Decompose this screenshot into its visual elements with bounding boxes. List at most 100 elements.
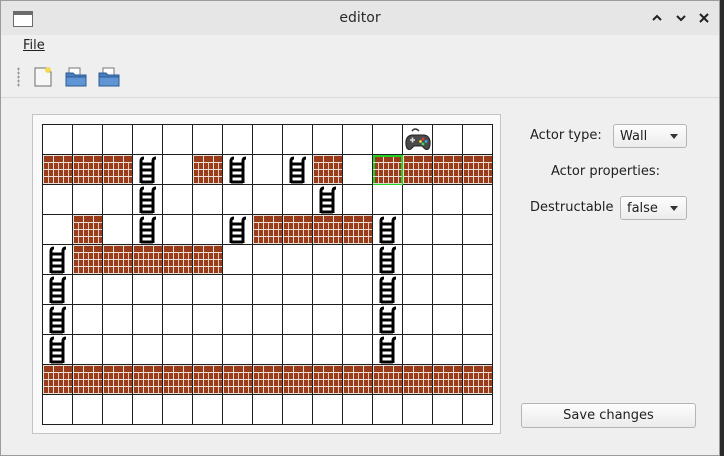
grid-cell-empty[interactable]	[343, 245, 373, 275]
grid-cell-wall[interactable]	[313, 365, 343, 395]
grid-cell-empty[interactable]	[463, 245, 493, 275]
grid-cell-empty[interactable]	[433, 305, 463, 335]
grid-cell-empty[interactable]	[223, 305, 253, 335]
grid-cell-empty[interactable]	[343, 155, 373, 185]
grid-cell-empty[interactable]	[403, 275, 433, 305]
grid-cell-empty[interactable]	[313, 124, 343, 155]
grid-cell-wall[interactable]	[163, 365, 193, 395]
grid-cell-selected[interactable]	[373, 155, 403, 185]
grid-cell-wall[interactable]	[313, 155, 343, 185]
grid-cell-empty[interactable]	[463, 395, 493, 425]
grid-cell-empty[interactable]	[163, 124, 193, 155]
grid-cell-empty[interactable]	[463, 275, 493, 305]
grid-cell-empty[interactable]	[133, 124, 163, 155]
grid-cell-empty[interactable]	[343, 124, 373, 155]
destructable-select[interactable]: false	[620, 196, 687, 220]
grid-cell-wall[interactable]	[103, 245, 133, 275]
grid-cell-empty[interactable]	[193, 215, 223, 245]
grid-cell-empty[interactable]	[403, 305, 433, 335]
grid-cell-empty[interactable]	[103, 275, 133, 305]
grid-cell-empty[interactable]	[223, 124, 253, 155]
grid-cell-empty[interactable]	[253, 395, 283, 425]
grid-cell-empty[interactable]	[433, 215, 463, 245]
grid-cell-empty[interactable]	[283, 185, 313, 215]
grid-cell-empty[interactable]	[253, 155, 283, 185]
grid-cell-wall[interactable]	[313, 215, 343, 245]
grid-cell-empty[interactable]	[283, 245, 313, 275]
open-button[interactable]	[64, 65, 88, 89]
grid-cell-wall[interactable]	[193, 245, 223, 275]
grid-cell-ladder[interactable]	[373, 335, 403, 365]
grid-cell-empty[interactable]	[163, 215, 193, 245]
grid-cell-empty[interactable]	[463, 335, 493, 365]
grid-cell-empty[interactable]	[433, 185, 463, 215]
grid-cell-empty[interactable]	[283, 335, 313, 365]
minimize-button[interactable]	[672, 9, 690, 27]
grid-cell-empty[interactable]	[343, 305, 373, 335]
grid-cell-empty[interactable]	[133, 395, 163, 425]
grid-cell-empty[interactable]	[343, 335, 373, 365]
grid-cell-empty[interactable]	[463, 124, 493, 155]
grid-cell-empty[interactable]	[313, 275, 343, 305]
grid-cell-wall[interactable]	[373, 365, 403, 395]
maximize-button[interactable]	[648, 9, 666, 27]
grid-cell-empty[interactable]	[73, 124, 103, 155]
level-grid[interactable]	[42, 124, 493, 425]
grid-cell-empty[interactable]	[163, 395, 193, 425]
grid-cell-ladder[interactable]	[42, 245, 73, 275]
grid-cell-empty[interactable]	[313, 335, 343, 365]
grid-cell-empty[interactable]	[193, 185, 223, 215]
grid-cell-wall[interactable]	[193, 365, 223, 395]
grid-cell-ladder[interactable]	[42, 275, 73, 305]
grid-cell-empty[interactable]	[193, 335, 223, 365]
grid-cell-empty[interactable]	[343, 275, 373, 305]
grid-cell-empty[interactable]	[433, 245, 463, 275]
grid-cell-wall[interactable]	[283, 365, 313, 395]
grid-cell-wall[interactable]	[403, 155, 433, 185]
grid-cell-empty[interactable]	[163, 305, 193, 335]
grid-cell-empty[interactable]	[103, 395, 133, 425]
grid-cell-empty[interactable]	[103, 185, 133, 215]
grid-cell-ladder[interactable]	[373, 275, 403, 305]
grid-cell-empty[interactable]	[133, 335, 163, 365]
grid-cell-ladder[interactable]	[283, 155, 313, 185]
grid-cell-empty[interactable]	[373, 185, 403, 215]
grid-cell-empty[interactable]	[42, 124, 73, 155]
grid-cell-empty[interactable]	[42, 215, 73, 245]
grid-cell-wall[interactable]	[253, 365, 283, 395]
grid-cell-empty[interactable]	[73, 395, 103, 425]
grid-cell-empty[interactable]	[463, 305, 493, 335]
grid-cell-wall[interactable]	[133, 245, 163, 275]
grid-cell-empty[interactable]	[283, 305, 313, 335]
grid-cell-empty[interactable]	[433, 275, 463, 305]
grid-cell-empty[interactable]	[223, 245, 253, 275]
grid-cell-empty[interactable]	[373, 124, 403, 155]
grid-cell-empty[interactable]	[73, 335, 103, 365]
grid-cell-empty[interactable]	[253, 185, 283, 215]
grid-cell-empty[interactable]	[343, 395, 373, 425]
grid-cell-empty[interactable]	[133, 275, 163, 305]
grid-cell-empty[interactable]	[163, 185, 193, 215]
grid-cell-empty[interactable]	[163, 275, 193, 305]
menu-file[interactable]: File	[23, 38, 45, 53]
grid-cell-empty[interactable]	[253, 305, 283, 335]
grid-cell-empty[interactable]	[403, 335, 433, 365]
new-button[interactable]	[31, 65, 55, 89]
grid-cell-empty[interactable]	[433, 335, 463, 365]
grid-cell-wall[interactable]	[403, 365, 433, 395]
grid-cell-empty[interactable]	[103, 305, 133, 335]
grid-cell-empty[interactable]	[223, 275, 253, 305]
grid-cell-wall[interactable]	[343, 215, 373, 245]
grid-cell-empty[interactable]	[223, 395, 253, 425]
grid-cell-wall[interactable]	[433, 155, 463, 185]
grid-cell-wall[interactable]	[73, 365, 103, 395]
grid-cell-empty[interactable]	[103, 215, 133, 245]
grid-cell-empty[interactable]	[403, 395, 433, 425]
grid-cell-empty[interactable]	[433, 124, 463, 155]
grid-cell-wall[interactable]	[103, 365, 133, 395]
grid-cell-empty[interactable]	[103, 124, 133, 155]
grid-cell-ladder[interactable]	[313, 185, 343, 215]
grid-cell-empty[interactable]	[103, 335, 133, 365]
grid-cell-wall[interactable]	[343, 365, 373, 395]
grid-cell-empty[interactable]	[42, 395, 73, 425]
